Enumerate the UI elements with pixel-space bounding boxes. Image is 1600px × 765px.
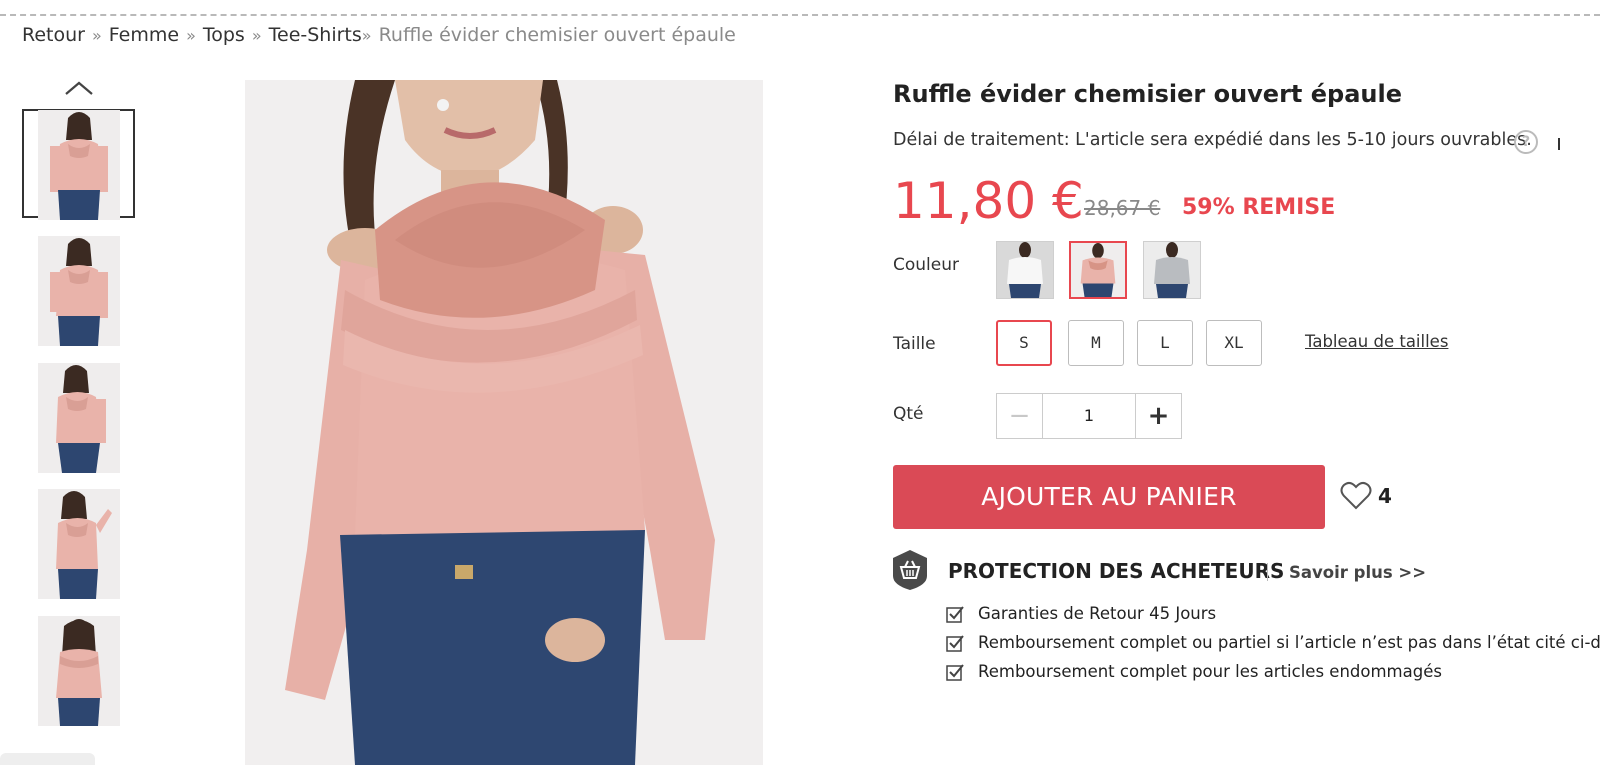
color-swatch-white[interactable] [996,241,1054,299]
breadcrumb-link-tee-shirts[interactable]: Tee-Shirts [269,24,362,46]
thumbnail-back[interactable] [38,616,120,726]
thumbnail-front-2[interactable] [38,236,120,346]
learn-more-link[interactable]: Savoir plus >> [1289,563,1426,582]
size-option-l[interactable]: L [1137,320,1193,366]
thumbnail-front[interactable] [38,110,120,220]
guarantee-item: Remboursement complet pour les articles … [946,661,1586,683]
breadcrumb-link-retour[interactable]: Retour [22,24,85,46]
breadcrumb-current: Ruffle évider chemisier ouvert épaule [378,24,736,46]
top-border [0,0,1600,16]
swatch-image-pink [1071,243,1125,297]
shield-basket-icon [893,550,927,590]
checkbox-checked-icon [946,635,964,652]
checkbox-checked-icon [946,664,964,681]
buyer-protection-title: PROTECTION DES ACHETEURS [948,559,1285,583]
chevron-up-icon[interactable] [64,80,94,96]
add-to-cart-button[interactable]: AJOUTER AU PANIER [893,465,1325,529]
main-product-image[interactable] [245,80,763,765]
question-circle-icon[interactable]: ? [1514,130,1538,154]
product-photo-illustration [245,80,763,765]
color-swatch-pink[interactable] [1069,241,1127,299]
guarantee-item: Garanties de Retour 45 Jours [946,603,1586,625]
divider [1558,138,1560,150]
quantity-input[interactable]: 1 [1043,394,1135,438]
heart-outline-icon[interactable] [1340,481,1372,511]
quantity-label: Qté [893,404,924,424]
guarantee-text: Garanties de Retour 45 Jours [978,604,1217,623]
breadcrumb-link-femme[interactable]: Femme [109,24,179,46]
current-price: 11,80 € [893,172,1084,230]
guarantee-text: Remboursement complet pour les articles … [978,662,1442,681]
original-price: 28,67 € [1084,196,1161,220]
product-title: Ruffle évider chemisier ouvert épaule [893,80,1402,108]
size-option-xl[interactable]: XL [1206,320,1262,366]
thumbnail-side[interactable] [38,363,120,473]
size-label: Taille [893,334,936,354]
color-label: Couleur [893,255,959,275]
swatch-image-grey [1144,242,1200,298]
breadcrumb-separator: » [186,26,196,45]
breadcrumb-separator: » [361,26,372,45]
scrollbar-stub [0,753,95,765]
swatch-image-white [997,242,1053,298]
wishlist-count: 4 [1378,484,1392,508]
checkbox-checked-icon [946,606,964,623]
size-chart-link[interactable]: Tableau de tailles [1305,332,1448,351]
breadcrumb-separator: » [91,26,102,45]
breadcrumb: Retour» Femme» Tops» Tee-Shirts» Ruffle évid… [22,24,736,46]
discount-badge: 59% REMISE [1182,195,1336,220]
processing-time-text: Délai de traitement: L'article sera expé… [893,130,1532,150]
thumbnail-pose[interactable] [38,489,120,599]
quantity-decrease-button[interactable]: − [997,394,1043,438]
guarantee-item: Remboursement complet ou partiel si l’ar… [946,632,1600,654]
color-swatch-grey[interactable] [1143,241,1201,299]
guarantee-text: Remboursement complet ou partiel si l’ar… [978,633,1600,652]
quantity-stepper: − 1 + [996,393,1182,439]
size-option-s[interactable]: S [996,320,1052,366]
divider [1267,563,1268,581]
breadcrumb-separator: » [251,26,262,45]
size-option-m[interactable]: M [1068,320,1124,366]
breadcrumb-link-tops[interactable]: Tops [203,24,245,46]
quantity-increase-button[interactable]: + [1135,394,1181,438]
